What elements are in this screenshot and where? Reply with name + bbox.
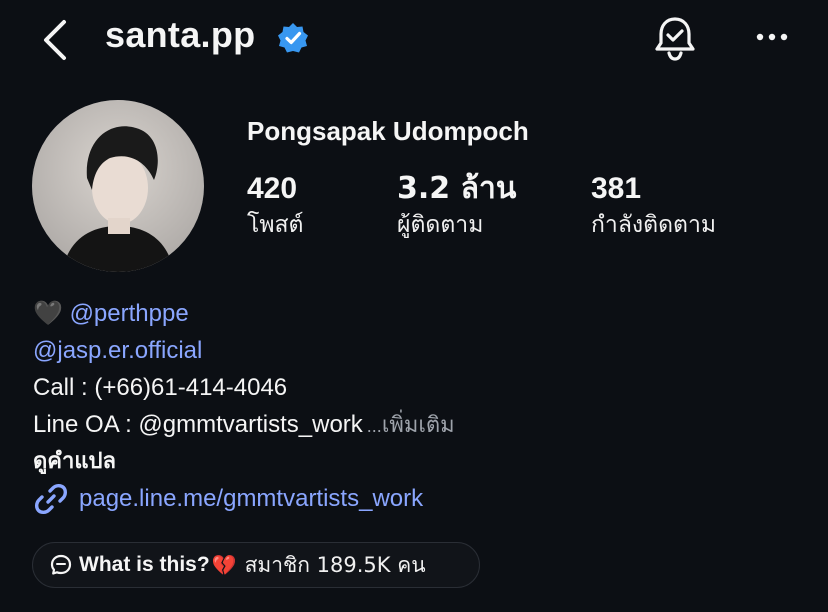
more-options-button[interactable] [752,22,792,52]
following-label: กำลังติดตาม [591,212,717,238]
link-icon [34,483,68,514]
following-count: 381 [591,172,642,205]
see-translation-link[interactable]: ดูคำแปล [33,443,116,480]
following-stat[interactable]: 381 กำลังติดตาม [591,170,716,242]
bio-link[interactable]: page.line.me/gmmtvartists_work [33,480,423,517]
back-button[interactable] [38,16,78,64]
profile-full-name: Pongsapak Udompoch [247,116,529,146]
channel-chat-icon [50,554,72,575]
profile-avatar[interactable] [32,100,204,272]
channel-members: สมาชิก 189.5K คน [244,552,426,577]
posts-count: 420 [247,172,298,205]
bio-link-url: page.line.me/gmmtvartists_work [79,485,424,512]
channel-title: What is this? [79,553,210,576]
bio-line-1: 🖤 @perthppe [33,295,189,332]
posts-stat[interactable]: 420 โพสต์ [247,170,304,242]
bell-check-icon [655,17,695,61]
followers-count: 3.2 ล้าน [397,171,517,206]
mention-perthppe[interactable]: @perthppe [70,300,189,327]
notifications-bell-button[interactable] [652,14,698,62]
black-heart-emoji: 🖤 [33,300,63,327]
broken-heart-emoji: 💔 [211,554,237,577]
verified-badge-icon [277,22,309,54]
more-dots-icon [756,33,788,41]
posts-label: โพสต์ [247,212,304,238]
more-ellipsis: ... [366,416,382,436]
bio-line-oa-text: Line OA : @gmmtvartists_work [33,411,363,438]
bio-line-oa: Line OA : @gmmtvartists_work ...เพิ่มเติม [33,406,455,445]
followers-stat[interactable]: 3.2 ล้าน ผู้ติดตาม [397,170,516,242]
bio-call-line: Call : (+66)61-414-4046 [33,374,288,401]
mention-jasper-official[interactable]: @jasp.er.official [33,332,202,369]
see-more-link[interactable]: เพิ่มเติม [382,413,455,438]
chevron-left-icon [44,20,66,60]
followers-label: ผู้ติดตาม [397,212,484,238]
username-title: santa.pp [105,14,256,55]
avatar-photo [32,100,204,272]
broadcast-channel-chip[interactable]: What is this? 💔 สมาชิก 189.5K คน [32,542,480,588]
